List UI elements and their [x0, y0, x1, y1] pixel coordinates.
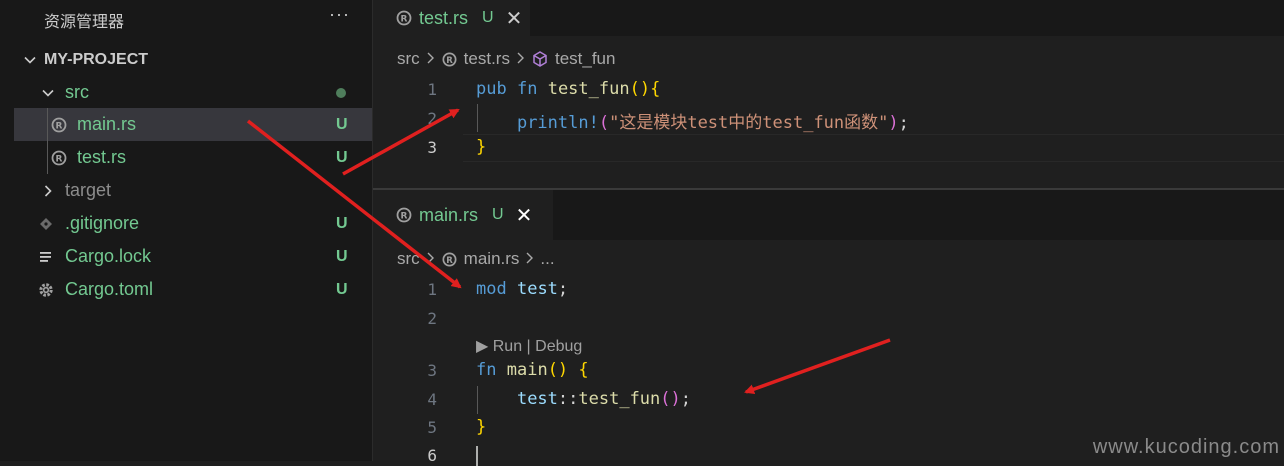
arrow-to-mod-test — [246, 119, 462, 289]
arrow-to-test-fun-def — [342, 108, 460, 176]
annotation-arrows — [246, 108, 891, 394]
watermark: www.kucoding.com — [1092, 436, 1280, 458]
arrow-to-call — [744, 338, 891, 394]
